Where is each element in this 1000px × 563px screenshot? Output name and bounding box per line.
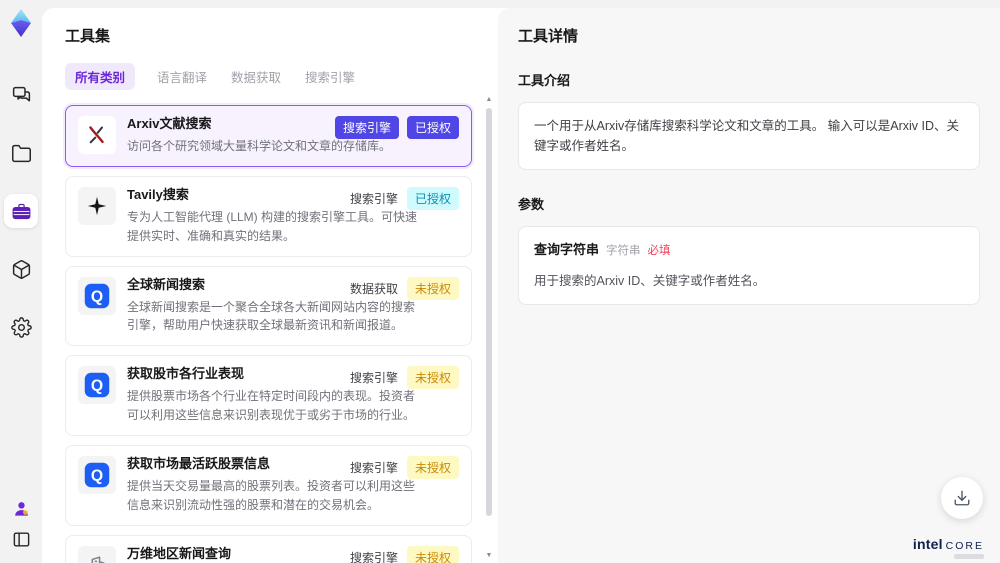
tab-category-3[interactable]: 搜索引擎 [303, 63, 357, 90]
sidebar-rail [0, 0, 42, 563]
tools-list: Arxiv文献搜索 访问各个研究领域大量科学论文和文章的存储库。 搜索引擎 已授权 Ta… [65, 105, 482, 563]
param-required-badge: 必填 [647, 245, 671, 257]
tool-card[interactable]: Q 全球新闻搜索 全球新闻搜索是一个聚合全球各大新闻网站内容的搜索引擎，帮助用户快速… [65, 265, 472, 347]
brand-subtext [954, 554, 984, 559]
param-type: 字符串 [606, 245, 641, 257]
tool-description: 全球新闻搜索是一个聚合全球各大新闻网站内容的搜索引擎，帮助用户快速获取全球最新资… [127, 299, 416, 333]
intel-core-logo: intel CORE [913, 536, 984, 552]
panel-toggle-icon[interactable] [12, 530, 31, 549]
qnews-blue-icon: Q [78, 456, 116, 495]
scroll-up-icon[interactable]: ▲ [485, 96, 493, 103]
detail-title: 工具详情 [518, 28, 579, 45]
status-badge: 未授权 [406, 366, 459, 390]
tool-card[interactable]: Tavily搜索 专为人工智能代理 (LLM) 构建的搜索引擎工具。可快速提供实时… [65, 175, 472, 257]
briefcase-icon[interactable] [4, 194, 38, 228]
category-tabs: 所有类别 语言翻译 数据获取 搜索引擎 [65, 63, 482, 90]
folder-icon[interactable] [4, 136, 38, 170]
svg-text:Q: Q [91, 288, 103, 305]
page-title: 工具集 [65, 28, 111, 45]
param-description: 用于搜索的Arxiv ID、关键字或作者姓名。 [534, 273, 766, 288]
tool-description: 提供当天交易量最高的股票列表。投资者可以利用这些信息来识别流动性强的股票和潜在的… [127, 479, 416, 513]
status-badge: 未授权 [406, 546, 459, 563]
package-icon[interactable] [4, 252, 38, 286]
scroll-down-icon[interactable]: ▼ [485, 552, 493, 559]
category-badge: 搜索引擎 [334, 116, 399, 139]
brand-secondary: CORE [945, 540, 984, 552]
svg-text:Q: Q [91, 468, 103, 485]
params-heading: 参数 [518, 197, 545, 212]
tool-card[interactable]: Arxiv文献搜索 访问各个研究领域大量科学论文和文章的存储库。 搜索引擎 已授权 [65, 105, 472, 167]
download-button[interactable] [941, 477, 983, 519]
download-icon [953, 489, 971, 507]
qnews-blue-icon: Q [78, 366, 116, 405]
user-icon[interactable] [12, 499, 31, 518]
building-icon [78, 546, 116, 563]
qnews-blue-icon: Q [78, 276, 116, 315]
tab-category-0[interactable]: 所有类别 [65, 63, 136, 90]
tool-description: 专为人工智能代理 (LLM) 构建的搜索引擎工具。可快速提供实时、准确和真实的结… [127, 209, 418, 243]
tool-description: 访问各个研究领域大量科学论文和文章的存储库。 [127, 138, 392, 153]
arxiv-icon [78, 116, 116, 154]
app-logo[interactable] [6, 8, 36, 38]
status-badge: 已授权 [406, 116, 459, 139]
tool-card[interactable]: Q 获取市场最活跃股票信息 提供当天交易量最高的股票列表。投资者可以利用这些信息来识… [65, 445, 472, 527]
tab-category-1[interactable]: 语言翻译 [155, 63, 209, 90]
svg-text:Q: Q [91, 378, 103, 395]
category-badge: 搜索引擎 [349, 371, 398, 386]
tool-detail-panel: 工具详情 工具介绍 一个用于从Arxiv存储库搜索科学论文和文章的工具。 输入可… [498, 8, 1000, 563]
tavily-icon [78, 186, 116, 225]
tool-description: 提供股票市场各个行业在特定时间段内的表现。投资者可以利用这些信息来识别表现优于或… [127, 389, 416, 423]
scrollbar[interactable]: ▲ ▼ [485, 96, 493, 559]
status-badge: 未授权 [406, 456, 459, 480]
tool-card[interactable]: Q 获取股市各行业表现 提供股票市场各个行业在特定时间段内的表现。投资者可以利用这些… [65, 355, 472, 437]
intro-box: 一个用于从Arxiv存储库搜索科学论文和文章的工具。 输入可以是Arxiv ID… [518, 102, 980, 170]
category-badge: 数据获取 [349, 281, 398, 296]
param-box: 查询字符串 字符串 必填 用于搜索的Arxiv ID、关键字或作者姓名。 [518, 226, 980, 305]
category-badge: 搜索引擎 [349, 461, 398, 476]
intro-heading: 工具介绍 [518, 73, 571, 88]
scrollbar-thumb[interactable] [486, 108, 492, 516]
tab-category-2[interactable]: 数据获取 [229, 63, 283, 90]
intro-text: 一个用于从Arxiv存储库搜索科学论文和文章的工具。 输入可以是Arxiv ID… [534, 119, 960, 153]
tool-card[interactable]: 万维地区新闻查询查询具体行政区划内的新闻，快速了解各地新闻动搜索引擎未授权 [65, 535, 472, 563]
status-badge: 未授权 [406, 276, 459, 300]
settings-icon[interactable] [4, 310, 38, 344]
tools-panel: 工具集 所有类别 语言翻译 数据获取 搜索引擎 Arxiv文献搜索 访问各个研究领域大量… [42, 8, 498, 563]
param-name: 查询字符串 [534, 242, 600, 257]
brand-primary: intel [912, 536, 943, 552]
category-badge: 搜索引擎 [349, 551, 398, 563]
main-content: 工具集 所有类别 语言翻译 数据获取 搜索引擎 Arxiv文献搜索 访问各个研究领域大量… [42, 8, 1000, 563]
category-badge: 搜索引擎 [349, 191, 398, 206]
chat-icon[interactable] [4, 78, 38, 112]
status-badge: 已授权 [406, 186, 459, 210]
